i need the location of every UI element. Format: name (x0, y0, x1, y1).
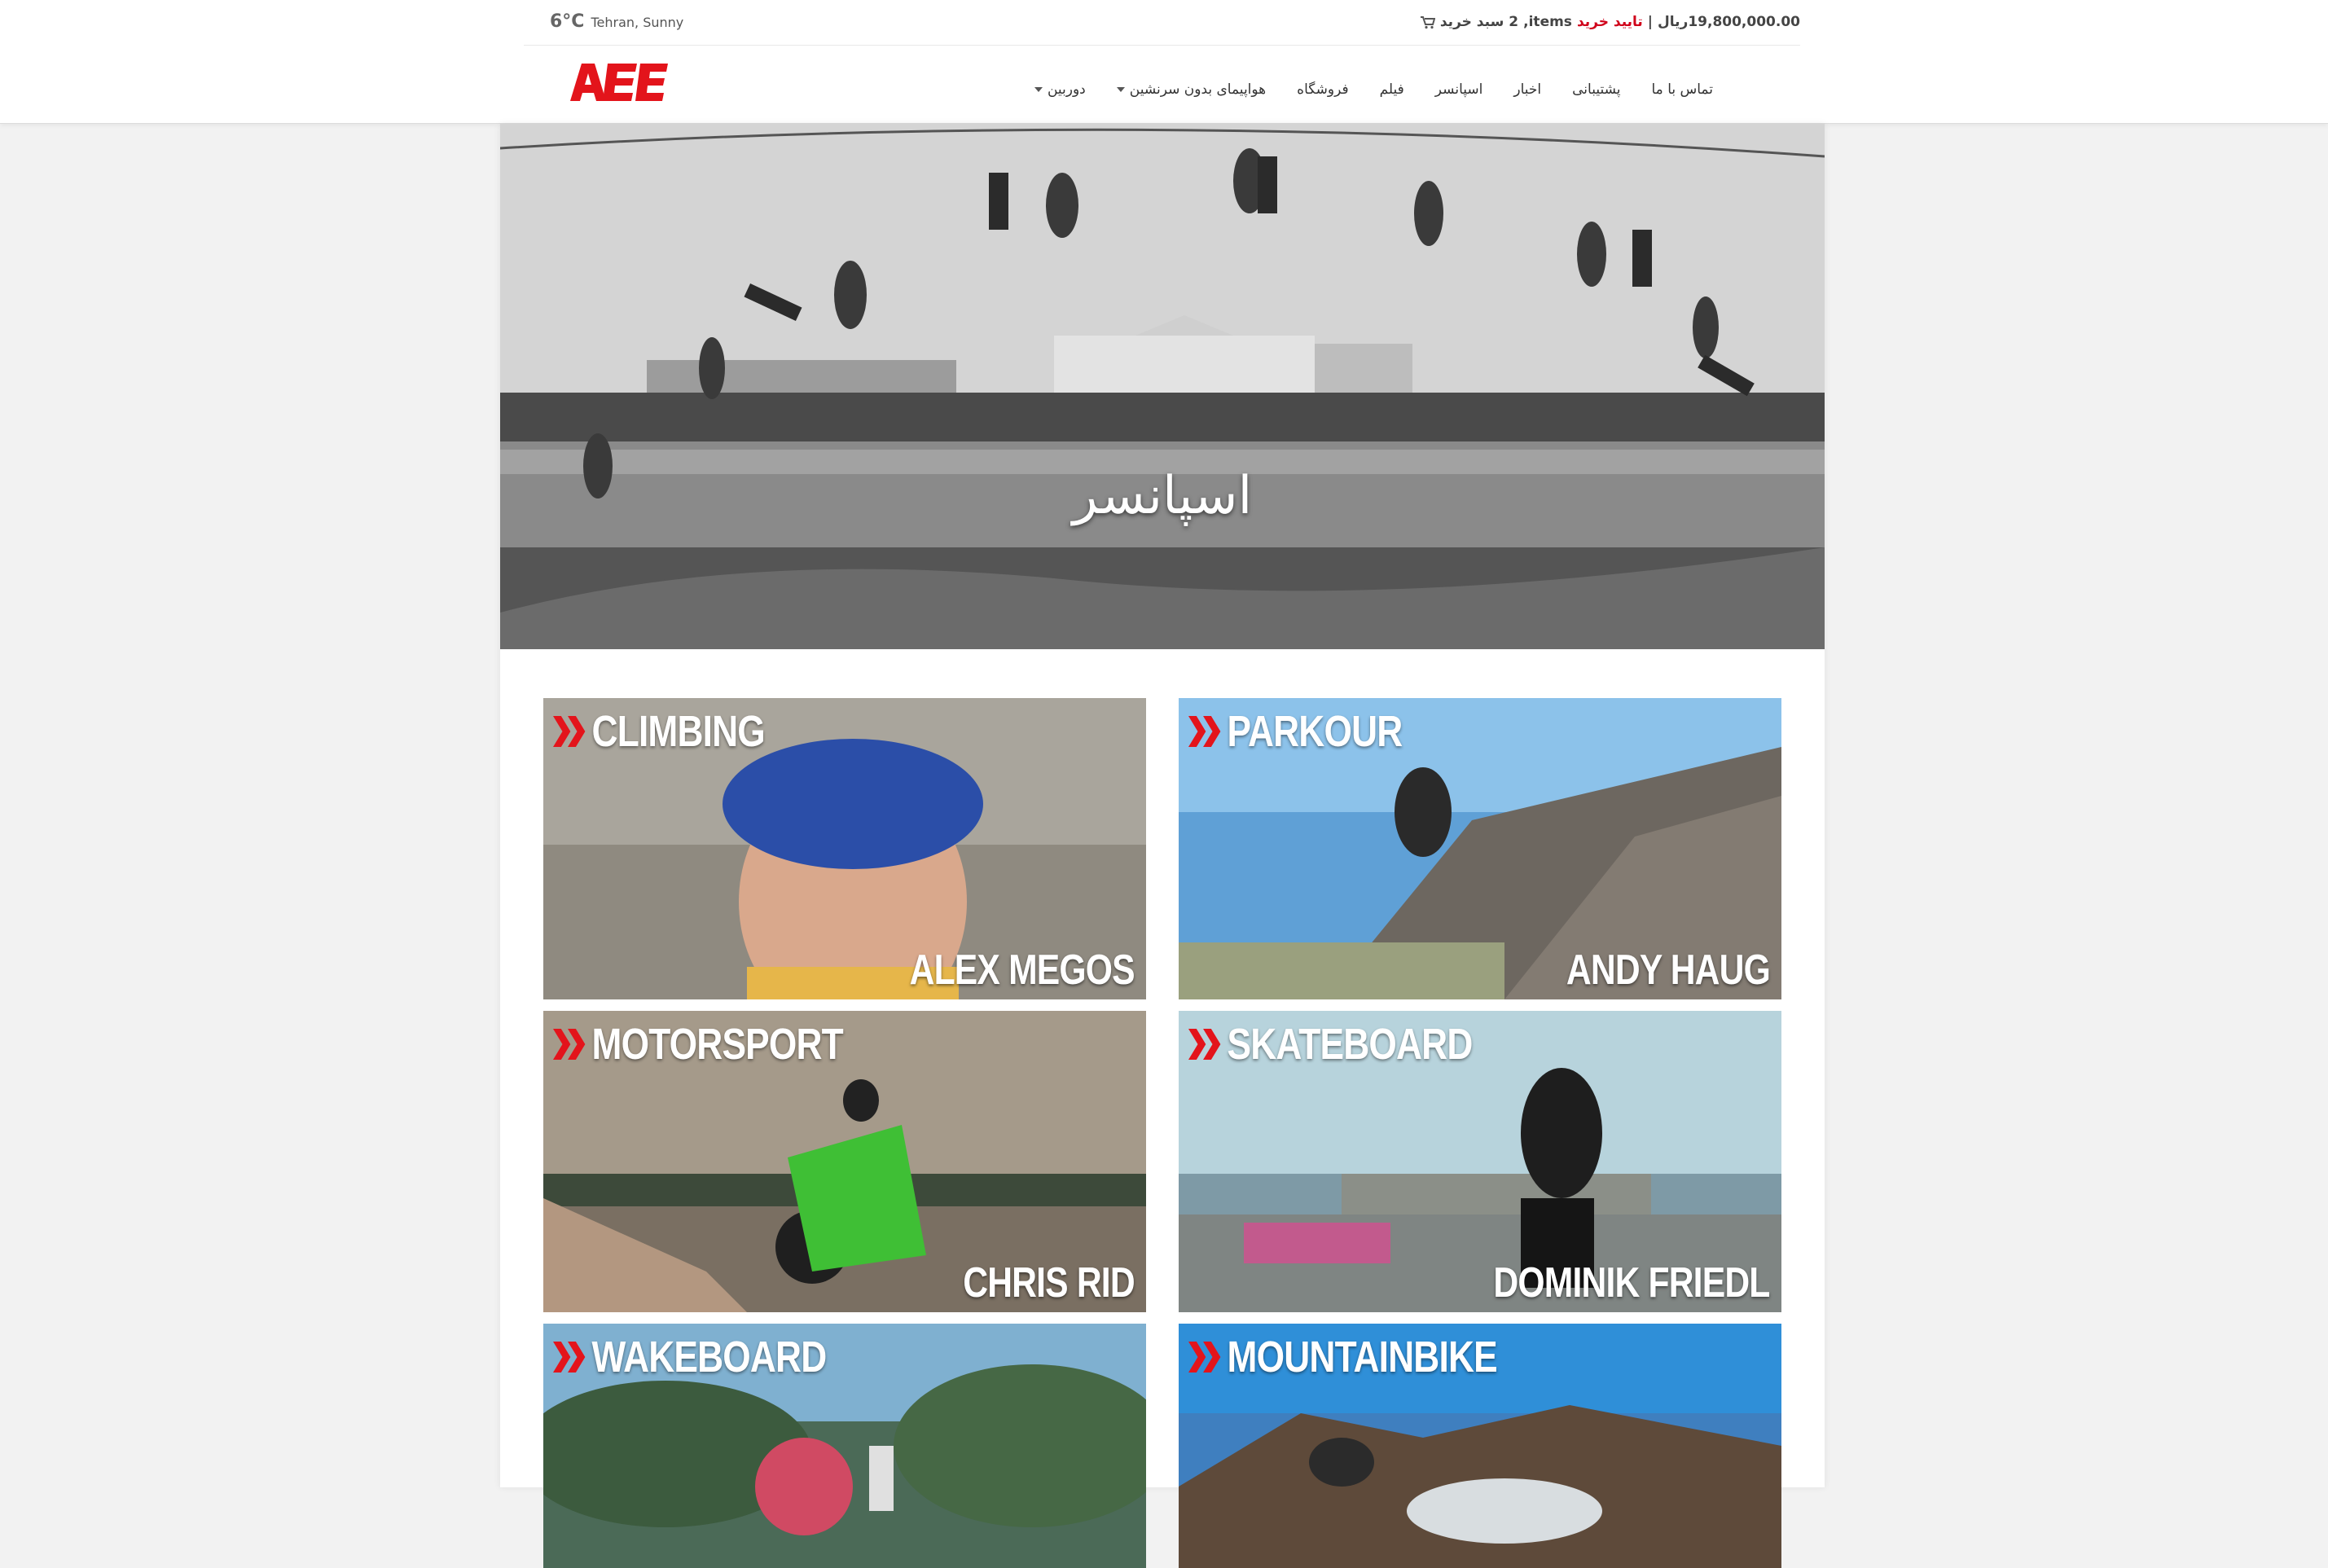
cart-total: 19,800,000.00ریال (1658, 14, 1800, 30)
hero-image (500, 124, 1825, 649)
hero-title: اسپانسر (1072, 466, 1253, 526)
sponsor-tile-skateboard[interactable]: SKATEBOARD DOMINIK FRIEDL (1179, 1011, 1781, 1312)
chevron-double-right-icon (553, 1342, 586, 1373)
sponsor-tile-wakeboard[interactable]: WAKEBOARD (543, 1324, 1146, 1568)
tile-category-label: MOTORSPORT (591, 1020, 844, 1069)
tile-category-label: CLIMBING (591, 707, 766, 756)
tile-category: WAKEBOARD (553, 1332, 828, 1382)
nav-item-label: فروشگاه (1297, 81, 1349, 98)
chevron-double-right-icon (1188, 1029, 1221, 1060)
tile-category-label: WAKEBOARD (591, 1333, 828, 1381)
nav-item-drones[interactable]: هواپیمای بدون سرنشین (1116, 81, 1267, 98)
sponsor-tile-motorsport[interactable]: MOTORSPORT CHRIS RID (543, 1011, 1146, 1312)
sponsor-tile-climbing[interactable]: CLIMBING ALEX MEGOS (543, 698, 1146, 999)
chevron-double-right-icon (1188, 716, 1221, 747)
tile-category: MOUNTAINBIKE (1188, 1332, 1498, 1382)
weather-location: Tehran, Sunny (591, 15, 684, 30)
nav-item-label: فیلم (1379, 81, 1404, 98)
nav-item-label: تماس با ما (1651, 81, 1714, 98)
main-nav: دوربین هواپیمای بدون سرنشین فروشگاه فیلم… (1034, 77, 1713, 102)
cart-separator: | (1647, 14, 1654, 30)
top-bar: 6°C Tehran, Sunny 19,800,000.00ریال | تا… (524, 0, 1800, 46)
nav-item-label: اخبار (1513, 81, 1542, 98)
nav-item-label: پشتیبانی (1572, 81, 1621, 98)
nav-item-news[interactable]: اخبار (1513, 81, 1541, 98)
nav-item-label: اسپانسر (1434, 81, 1483, 98)
shopping-cart-icon[interactable] (1420, 16, 1436, 29)
tile-category: SKATEBOARD (1188, 1019, 1473, 1069)
sponsor-tile-parkour[interactable]: PARKOUR ANDY HAUG (1179, 698, 1781, 999)
tile-category-label: MOUNTAINBIKE (1227, 1333, 1498, 1381)
nav-item-label: دوربین (1047, 81, 1086, 98)
caret-down-icon (1116, 87, 1125, 92)
tile-category-label: SKATEBOARD (1227, 1020, 1474, 1069)
tile-athlete-name: DOMINIK FRIEDL (1493, 1259, 1771, 1307)
chevron-double-right-icon (553, 1029, 586, 1060)
cart-count: 2 (1509, 14, 1519, 30)
weather-temperature: 6°C (550, 11, 585, 32)
caret-down-icon (1034, 87, 1043, 92)
site-header: 6°C Tehran, Sunny 19,800,000.00ریال | تا… (0, 0, 2328, 124)
tile-category: PARKOUR (1188, 706, 1403, 757)
chevron-double-right-icon (1188, 1342, 1221, 1373)
weather-widget: 6°C Tehran, Sunny (550, 11, 683, 34)
nav-item-contact[interactable]: تماس با ما (1652, 81, 1714, 98)
tile-athlete-name: CHRIS RID (963, 1259, 1135, 1307)
checkout-link[interactable]: تایید خرید (1577, 14, 1643, 30)
sponsor-tile-mountainbike[interactable]: MOUNTAINBIKE (1179, 1324, 1781, 1568)
page-content: اسپانسر CLIMBING ALEX MEGOS PARKOUR ANDY… (500, 124, 1825, 1568)
nav-item-label: هواپیمای بدون سرنشین (1129, 81, 1267, 98)
nav-item-support[interactable]: پشتیبانی (1572, 81, 1620, 98)
tile-category: CLIMBING (553, 706, 766, 757)
nav-item-sponsor[interactable]: اسپانسر (1435, 81, 1483, 98)
nav-item-film[interactable]: فیلم (1380, 81, 1404, 98)
nav-item-shop[interactable]: فروشگاه (1297, 81, 1348, 98)
cart-label[interactable]: سبد خرید (1440, 14, 1504, 30)
nav-item-camera[interactable]: دوربین (1034, 81, 1086, 98)
site-logo[interactable] (570, 64, 668, 101)
cart-summary[interactable]: 19,800,000.00ریال | تایید خرید items, 2 … (1420, 10, 1800, 34)
tile-athlete-name: ANDY HAUG (1566, 947, 1771, 994)
tile-athlete-name: ALEX MEGOS (909, 947, 1135, 994)
hero-banner: اسپانسر (500, 124, 1825, 649)
tile-category: MOTORSPORT (553, 1019, 844, 1069)
tile-category-label: PARKOUR (1227, 707, 1403, 756)
cart-items-label: items, (1523, 14, 1572, 30)
chevron-double-right-icon (553, 716, 586, 747)
aee-logo-mark (570, 64, 668, 101)
